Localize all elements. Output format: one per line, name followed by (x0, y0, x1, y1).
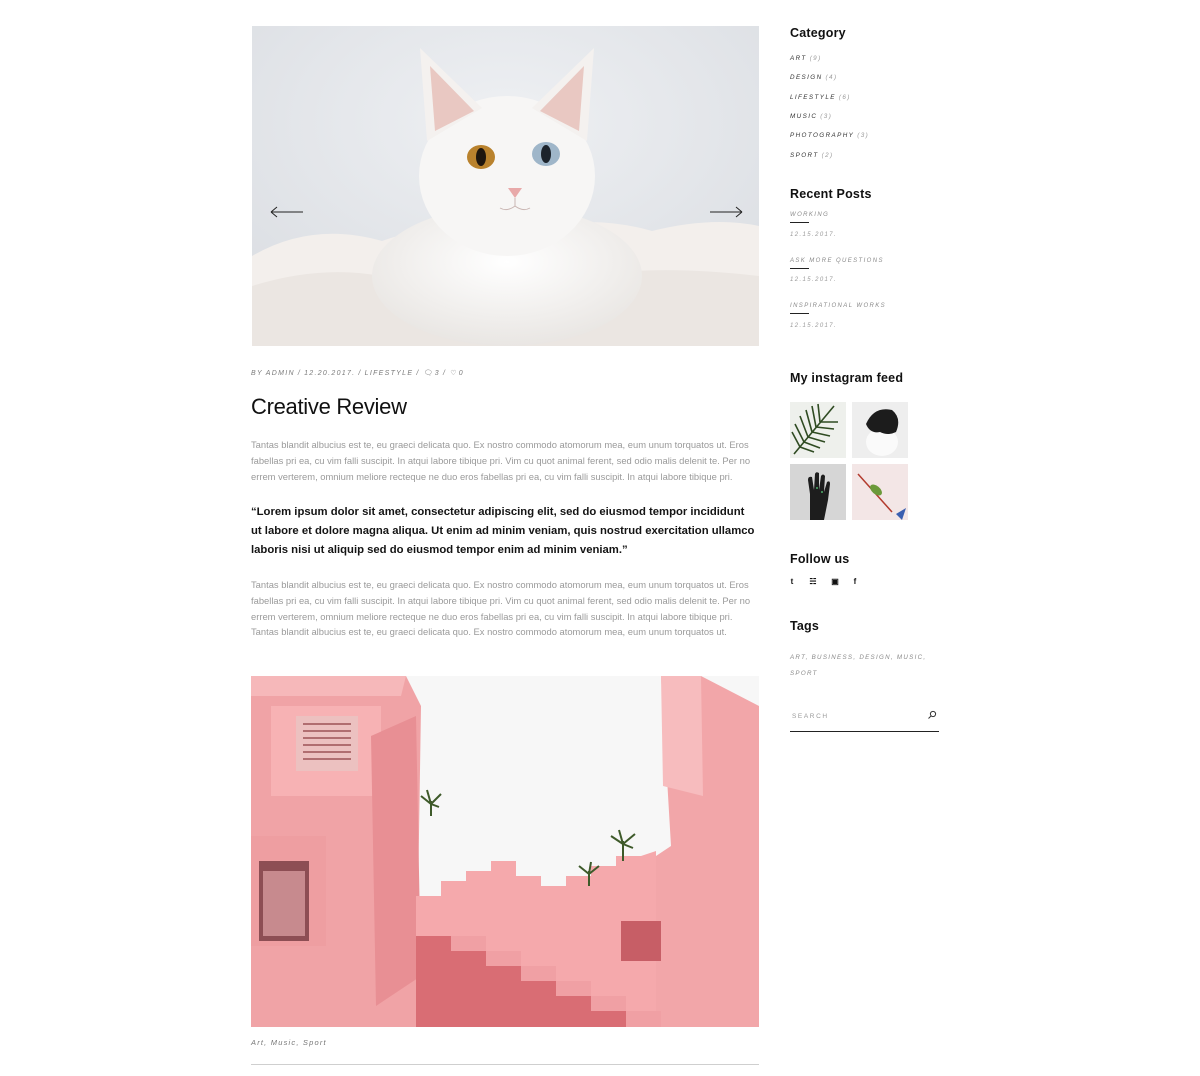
tags-widget-title: Tags (790, 619, 820, 633)
category-label: SPORT (790, 152, 819, 159)
instagram-widget-title: My instagram feed (790, 371, 904, 385)
category-label: LIFESTYLE (790, 94, 836, 101)
search-input[interactable] (790, 707, 920, 725)
slider-next-arrow-icon[interactable] (708, 204, 744, 220)
recent-post-underline (790, 268, 809, 269)
category-count: (9) (809, 55, 822, 62)
post-author-link[interactable]: BY ADMIN (251, 370, 295, 377)
post-title: Creative Review (251, 394, 407, 419)
slider-prev-arrow-icon[interactable] (269, 204, 305, 220)
twitter-icon[interactable]: ☵ (808, 577, 818, 586)
category-label: MUSIC (790, 113, 818, 120)
post-comment-count[interactable]: 3 (435, 370, 440, 377)
category-item-design[interactable]: DESIGN (4) (790, 74, 837, 81)
category-count: (3) (857, 132, 870, 139)
category-item-sport[interactable]: SPORT (2) (790, 152, 833, 159)
post-date: 12.20.2017. (304, 370, 356, 377)
post-image-slider[interactable] (252, 26, 759, 346)
post-category-link[interactable]: LIFESTYLE (365, 370, 414, 377)
instagram-thumb[interactable] (852, 402, 908, 458)
glove-hand-image (790, 464, 846, 520)
bird-image (852, 464, 908, 520)
recent-post-link[interactable]: WORKING (790, 212, 829, 218)
recent-posts-widget-title: Recent Posts (790, 187, 872, 201)
recent-post-link[interactable]: ASK MORE QUESTIONS (790, 258, 884, 264)
post-like-count[interactable]: 0 (459, 370, 464, 377)
recent-post-date: 12.15.2017. (790, 232, 838, 238)
category-item-art[interactable]: ART (9) (790, 55, 822, 62)
post-paragraph: Tantas blandit albucius est te, eu graec… (251, 579, 751, 638)
category-item-photography[interactable]: PHOTOGRAPHY (3) (790, 132, 869, 139)
category-widget-title: Category (790, 26, 846, 40)
instagram-thumb[interactable] (790, 464, 846, 520)
post-meta: BY ADMIN/12.20.2017. / LIFESTYLE / 🗨︎3/♡0 (251, 370, 464, 377)
category-label: PHOTOGRAPHY (790, 132, 855, 139)
tumblr-icon[interactable]: t (787, 577, 797, 586)
category-count: (2) (821, 152, 834, 159)
post-tags[interactable]: Art, Music, Sport (251, 1038, 327, 1047)
recent-post-date: 12.15.2017. (790, 323, 838, 329)
heart-icon[interactable]: ♡ (450, 370, 458, 377)
recent-post-underline (790, 222, 809, 223)
post-divider (251, 1064, 759, 1065)
post-blockquote: “Lorem ipsum dolor sit amet, consectetur… (251, 506, 755, 556)
white-cat-photo (252, 26, 759, 346)
instagram-icon[interactable]: ▣ (830, 577, 840, 586)
category-count: (3) (820, 113, 833, 120)
palm-leaf-image (790, 402, 846, 458)
sculpture-head-image (852, 402, 908, 458)
post-paragraph: Tantas blandit albucius est te, eu graec… (251, 439, 751, 482)
comment-icon[interactable]: 🗨︎ (424, 370, 434, 377)
pink-building-illustration (251, 676, 759, 1027)
search-icon[interactable] (927, 710, 937, 720)
category-label: ART (790, 55, 807, 62)
recent-post-underline (790, 313, 809, 314)
tag-cloud[interactable]: ART, BUSINESS, DESIGN, MUSIC, SPORT (790, 650, 930, 682)
instagram-thumb[interactable] (852, 464, 908, 520)
search-form (790, 707, 939, 732)
pink-building-photo (251, 676, 759, 1027)
follow-widget-title: Follow us (790, 552, 850, 566)
recent-post-link[interactable]: INSPIRATIONAL WORKS (790, 303, 886, 309)
category-item-music[interactable]: MUSIC (3) (790, 113, 832, 120)
recent-post-date: 12.15.2017. (790, 277, 838, 283)
category-label: DESIGN (790, 74, 823, 81)
facebook-icon[interactable]: f (850, 577, 860, 586)
category-count: (6) (838, 94, 851, 101)
instagram-thumb[interactable] (790, 402, 846, 458)
category-count: (4) (825, 74, 838, 81)
category-item-lifestyle[interactable]: LIFESTYLE (6) (790, 94, 851, 101)
